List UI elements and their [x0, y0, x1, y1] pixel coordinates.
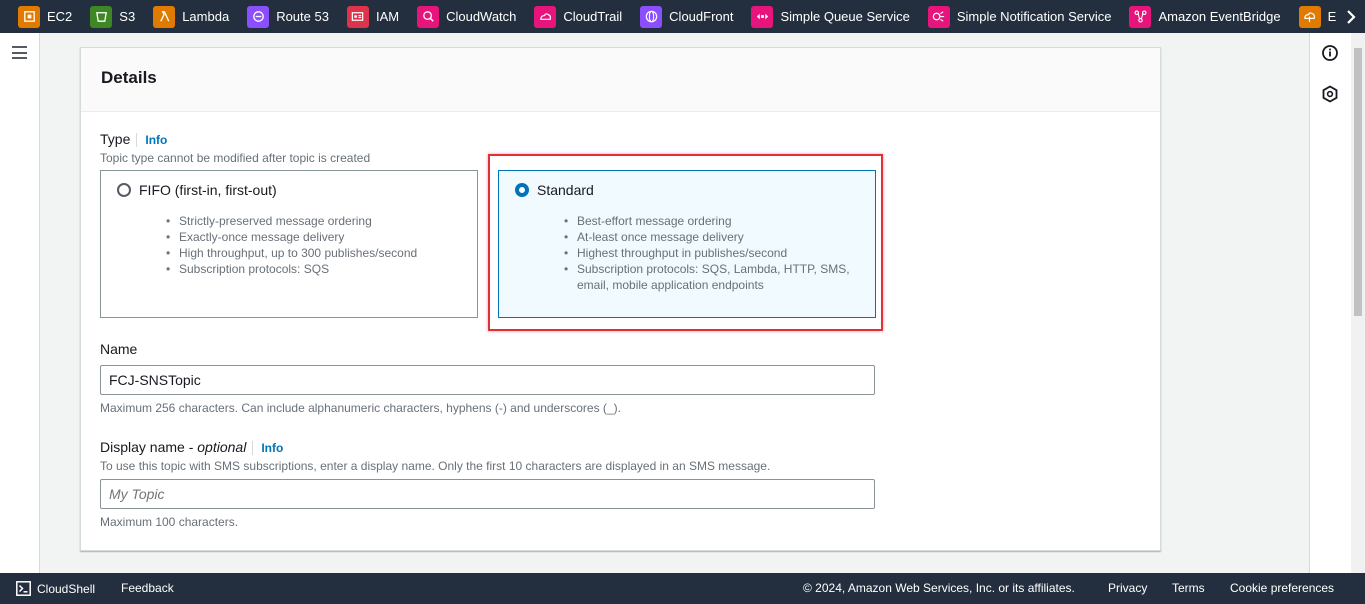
tools-panel-strip: [1309, 33, 1351, 573]
list-item: Exactly-once message delivery: [166, 229, 469, 245]
name-input[interactable]: [100, 365, 875, 395]
service-label: CloudWatch: [446, 9, 517, 24]
service-label: IAM: [375, 9, 400, 24]
name-label: Name: [100, 341, 138, 357]
type-description: Topic type cannot be modified after topi…: [100, 151, 371, 165]
service-label: Lambda: [182, 9, 230, 24]
fifo-title: FIFO (first-in, first-out): [139, 182, 277, 198]
service-label: Simple Queue Service: [780, 9, 910, 24]
services-bar: EC2 S3 Lambda Route 53 IAM CloudWatch Cl…: [0, 0, 1365, 33]
service-sqs[interactable]: Simple Queue Service: [733, 0, 910, 33]
privacy-link[interactable]: Privacy: [1108, 581, 1147, 595]
s3-icon: [90, 5, 113, 28]
service-label: EC2: [47, 9, 73, 24]
service-route53[interactable]: Route 53: [229, 0, 329, 33]
sqs-icon: [751, 5, 774, 28]
type-label: Type: [100, 131, 131, 147]
route53-icon: [247, 5, 270, 28]
display-name-label-row: Display name - optional Info: [100, 439, 284, 455]
service-label: CloudFront: [669, 9, 734, 24]
cloudfront-icon: [640, 5, 663, 28]
cookie-preferences-link[interactable]: Cookie preferences: [1230, 581, 1334, 595]
iam-icon: [346, 5, 369, 28]
highlight-annotation-box: [488, 154, 883, 331]
service-eventbridge[interactable]: Amazon EventBridge: [1111, 0, 1281, 33]
elastic-beanstalk-icon: [1298, 5, 1321, 28]
service-label: Amazon EventBridge: [1158, 9, 1281, 24]
fifo-radio[interactable]: [117, 183, 131, 197]
display-name-info-link[interactable]: Info: [252, 441, 284, 455]
type-info-link[interactable]: Info: [136, 133, 168, 147]
cloudtrail-icon: [534, 5, 557, 28]
page-scrollbar[interactable]: [1351, 33, 1365, 573]
cloudshell-button[interactable]: CloudShell: [16, 581, 95, 596]
service-s3[interactable]: S3: [72, 0, 135, 33]
fifo-option-tile[interactable]: FIFO (first-in, first-out) Strictly-pres…: [100, 170, 478, 318]
info-icon[interactable]: [1321, 44, 1339, 62]
eventbridge-icon: [1129, 5, 1152, 28]
terms-link[interactable]: Terms: [1172, 581, 1205, 595]
service-label: S3: [119, 9, 136, 24]
service-label: Route 53: [276, 9, 329, 24]
service-cloudfront[interactable]: CloudFront: [622, 0, 733, 33]
service-iam[interactable]: IAM: [329, 0, 399, 33]
optional-tag: optional: [197, 439, 247, 455]
cloudwatch-icon: [417, 5, 440, 28]
service-cloudwatch[interactable]: CloudWatch: [399, 0, 516, 33]
service-sns[interactable]: Simple Notification Service: [910, 0, 1112, 33]
display-name-description: To use this topic with SMS subscriptions…: [100, 459, 771, 473]
ec2-icon: [18, 5, 40, 28]
feedback-link[interactable]: Feedback: [121, 581, 174, 595]
list-item: Subscription protocols: SQS: [166, 261, 469, 277]
type-label-row: Type Info: [100, 131, 168, 147]
service-label: CloudTrail: [563, 9, 623, 24]
copyright-text: © 2024, Amazon Web Services, Inc. or its…: [803, 581, 1075, 595]
service-label: Simple Notification Service: [956, 9, 1112, 24]
display-name-hint: Maximum 100 characters.: [100, 515, 239, 529]
display-name-input[interactable]: [100, 479, 875, 509]
cloudshell-label: CloudShell: [37, 581, 96, 596]
details-header: Details: [81, 48, 1160, 112]
lambda-icon: [153, 5, 176, 28]
fifo-bullets: Strictly-preserved message ordering Exac…: [166, 213, 469, 277]
sns-icon: [927, 5, 950, 28]
console-footer: CloudShell Feedback © 2024, Amazon Web S…: [0, 573, 1365, 604]
terminal-icon: [16, 581, 31, 596]
chevron-right-icon[interactable]: [1337, 0, 1365, 33]
list-item: Strictly-preserved message ordering: [166, 213, 469, 229]
service-cloudtrail[interactable]: CloudTrail: [516, 0, 622, 33]
display-name-label: Display name -: [100, 439, 198, 455]
details-title: Details: [101, 68, 157, 87]
service-ec2[interactable]: EC2: [0, 0, 72, 33]
side-navigation: [0, 33, 40, 573]
hexagon-icon[interactable]: [1321, 85, 1339, 103]
service-lambda[interactable]: Lambda: [135, 0, 229, 33]
scrollbar-thumb[interactable]: [1354, 48, 1362, 316]
name-hint: Maximum 256 characters. Can include alph…: [100, 401, 621, 415]
list-item: High throughput, up to 300 publishes/sec…: [166, 245, 469, 261]
menu-icon[interactable]: [12, 46, 27, 59]
